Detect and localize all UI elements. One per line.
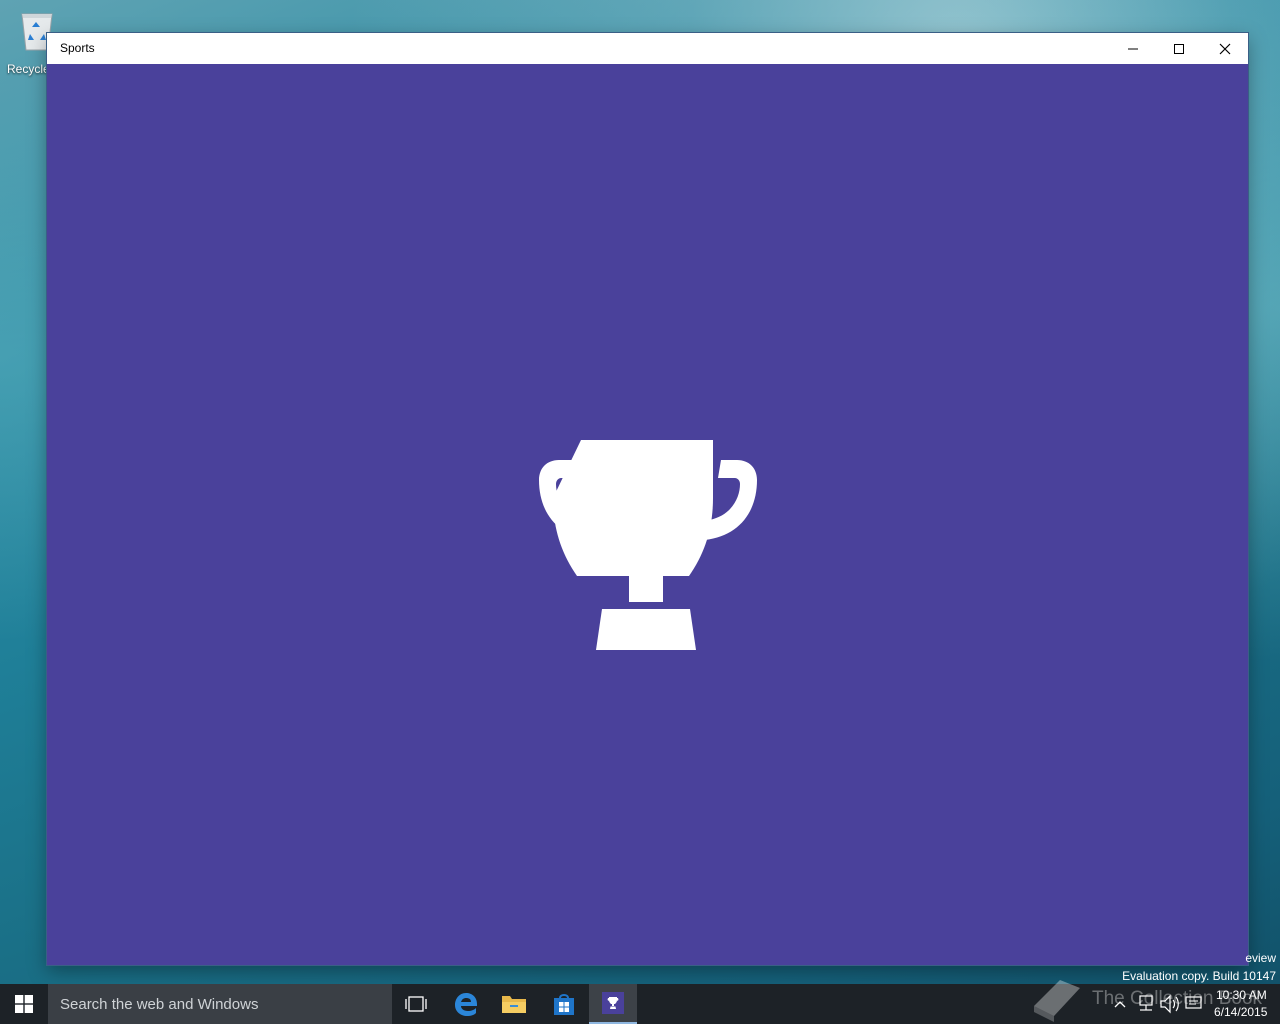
window-title: Sports — [60, 41, 95, 55]
store-icon — [554, 994, 574, 1015]
maximize-icon — [1174, 43, 1184, 54]
window-titlebar[interactable]: Sports — [47, 33, 1248, 64]
clock-time[interactable]: 10:30 AM — [1216, 988, 1267, 1002]
taskbar-task-view-button[interactable] — [392, 984, 440, 1024]
minimize-button[interactable] — [1110, 33, 1156, 64]
sports-app-window: Sports — [47, 33, 1248, 965]
task-view-icon — [405, 996, 427, 1012]
build-watermark-preview: eview — [1245, 951, 1276, 965]
search-box[interactable]: Search the web and Windows — [48, 984, 392, 1024]
taskbar-edge-button[interactable] — [442, 984, 490, 1024]
book-icon — [1034, 980, 1080, 1022]
windows-logo-icon — [15, 995, 33, 1013]
chevron-up-icon[interactable] — [1110, 984, 1130, 1024]
search-placeholder: Search the web and Windows — [60, 996, 259, 1013]
taskbar-sports-button[interactable] — [589, 984, 637, 1024]
recycle-bin-label: Recycle — [7, 62, 50, 76]
close-button[interactable] — [1202, 33, 1248, 64]
close-icon — [1219, 43, 1231, 54]
minimize-icon — [1128, 48, 1138, 49]
maximize-button[interactable] — [1156, 33, 1202, 64]
message-icon[interactable] — [1184, 984, 1204, 1024]
folder-icon — [502, 996, 526, 1013]
taskbar-file-explorer-button[interactable] — [490, 984, 538, 1024]
network-icon[interactable] — [1134, 984, 1156, 1024]
taskbar-store-button[interactable] — [540, 984, 588, 1024]
splash-screen — [47, 64, 1248, 965]
trophy-icon — [539, 440, 757, 650]
volume-icon[interactable] — [1158, 984, 1180, 1024]
edge-icon — [455, 993, 477, 1016]
trophy-icon — [602, 992, 624, 1014]
start-button[interactable] — [0, 984, 48, 1024]
clock-date[interactable]: 6/14/2015 — [1214, 1005, 1267, 1019]
